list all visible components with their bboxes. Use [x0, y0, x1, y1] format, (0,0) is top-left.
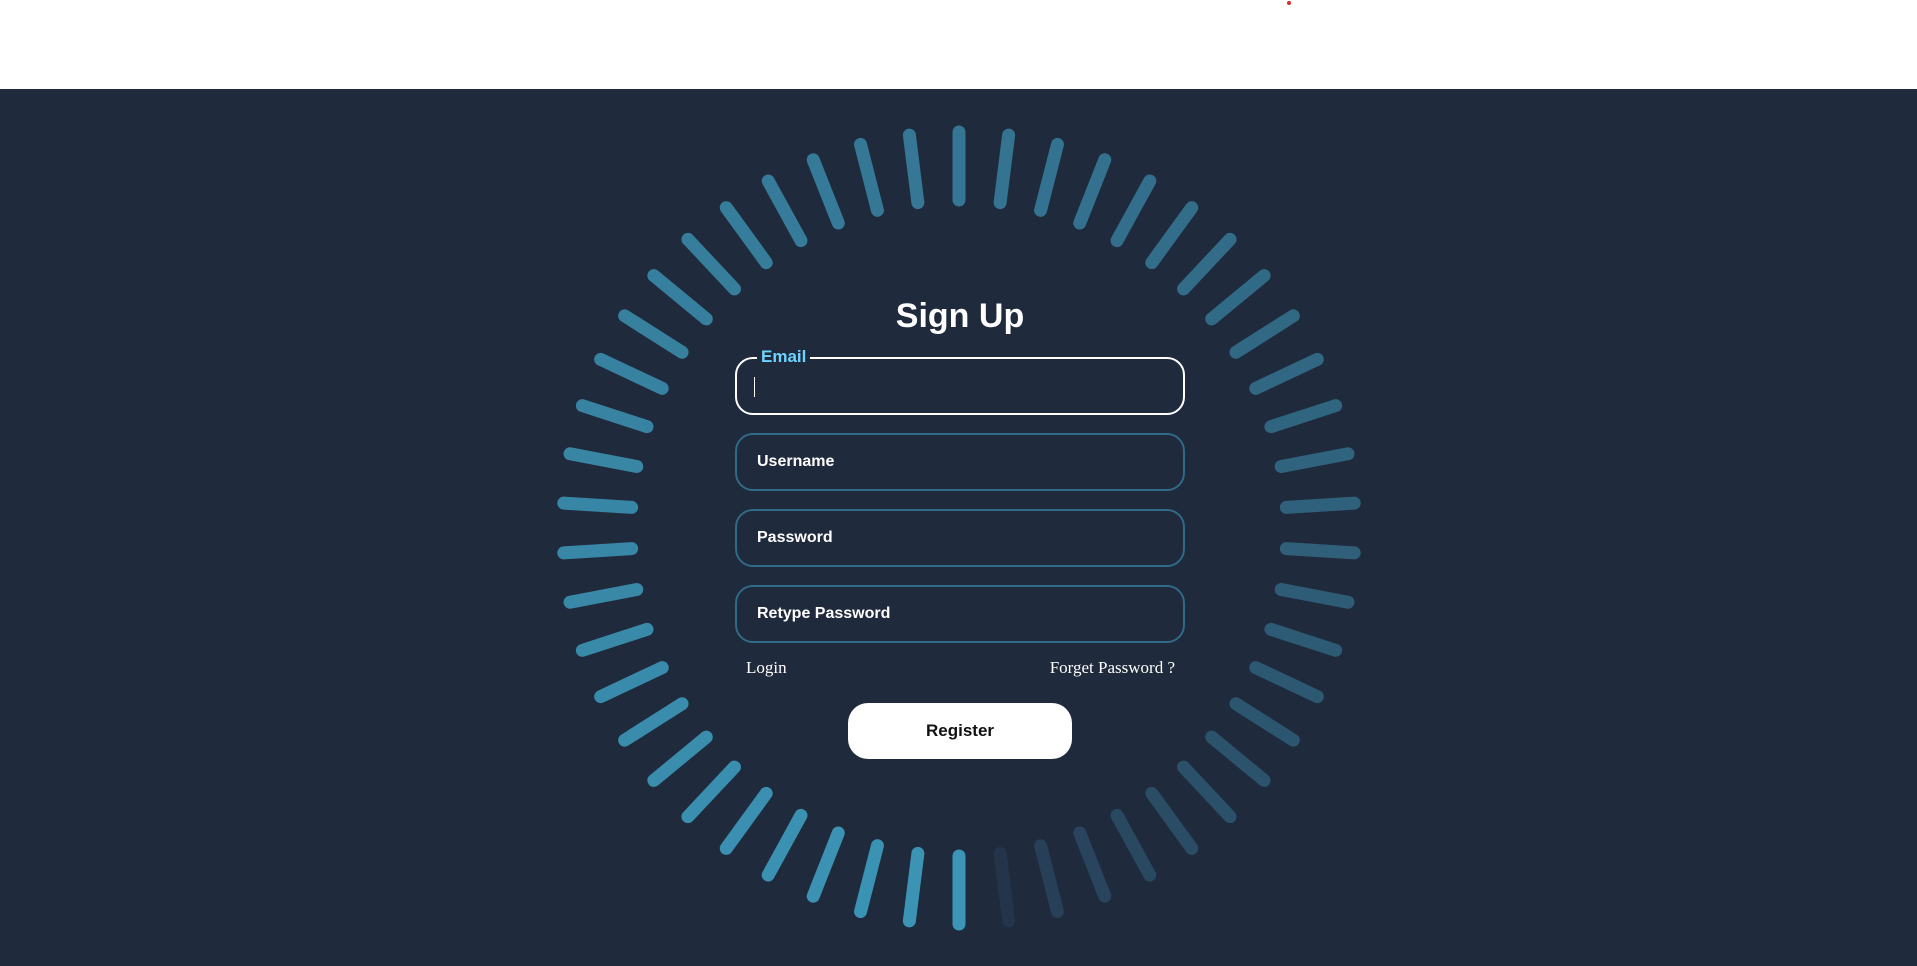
ring-bar — [1205, 730, 1271, 787]
ring-bar — [1205, 269, 1271, 326]
ring-bar — [761, 808, 808, 882]
ring-bar — [902, 846, 925, 928]
ring-bar — [647, 730, 713, 787]
username-input[interactable] — [737, 435, 1183, 489]
ring-bar — [647, 269, 713, 326]
ring-bar — [1229, 697, 1300, 747]
ring-bar — [1264, 622, 1343, 657]
ring-bar — [993, 128, 1016, 210]
ring-bar — [575, 399, 654, 434]
register-button[interactable]: Register — [848, 703, 1072, 759]
ring-bar — [854, 839, 884, 919]
ring-bar — [1274, 582, 1355, 609]
ring-bar — [1229, 309, 1300, 359]
ring-bar — [557, 496, 639, 514]
ring-bar — [719, 201, 773, 270]
ring-bar — [681, 760, 741, 824]
ring-bar — [1177, 760, 1237, 824]
ring-bar — [594, 661, 669, 704]
ring-bar — [1145, 786, 1199, 855]
email-input[interactable] — [737, 359, 1183, 413]
ring-bar — [1034, 137, 1064, 217]
ring-bar — [557, 542, 639, 560]
username-field[interactable] — [735, 433, 1185, 491]
ring-bar — [1110, 808, 1157, 882]
ring-bar — [618, 309, 689, 359]
ring-bar — [1073, 153, 1112, 230]
ring-bar — [854, 137, 884, 217]
ring-bar — [1034, 839, 1064, 919]
ring-bar — [806, 826, 845, 903]
retype-password-field[interactable] — [735, 585, 1185, 643]
ring-bar — [1145, 201, 1199, 270]
email-label: Email — [757, 347, 811, 367]
ring-bar — [1279, 542, 1361, 560]
text-caret — [754, 377, 755, 397]
ring-bar — [1279, 496, 1361, 514]
ring-bar — [902, 128, 925, 210]
password-input[interactable] — [737, 511, 1183, 565]
login-link[interactable]: Login — [746, 658, 787, 678]
password-field[interactable] — [735, 509, 1185, 567]
ring-bar — [806, 153, 845, 230]
ring-bar — [1264, 399, 1343, 434]
ring-bar — [761, 174, 808, 248]
ring-bar — [575, 622, 654, 657]
ring-bar — [1274, 447, 1355, 474]
ring-bar — [719, 786, 773, 855]
retype-password-input[interactable] — [737, 587, 1183, 641]
ring-bar — [1073, 826, 1112, 903]
ring-bar — [1177, 232, 1237, 296]
ring-bar — [993, 846, 1016, 928]
ring-bar — [1110, 174, 1157, 248]
page-title: Sign Up — [895, 297, 1025, 335]
ring-bar — [1249, 661, 1324, 704]
forget-password-link[interactable]: Forget Password ? — [1050, 658, 1175, 678]
ring-bar — [618, 697, 689, 747]
email-field[interactable]: Email — [735, 347, 1185, 415]
ring-bar — [563, 582, 644, 609]
ring-bar — [681, 232, 741, 296]
ring-bar — [594, 352, 669, 395]
ring-bar — [1249, 352, 1324, 395]
ring-bar — [563, 447, 644, 474]
